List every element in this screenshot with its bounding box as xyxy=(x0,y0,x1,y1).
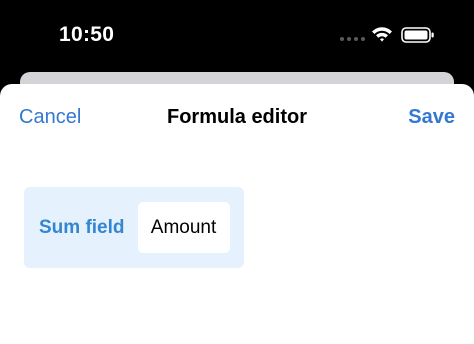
status-bar: 10:50 xyxy=(0,0,474,72)
save-button[interactable]: Save xyxy=(408,106,455,129)
formula-editor-sheet: Formula editor Cancel Save Sum field Amo… xyxy=(0,84,474,344)
formula-token[interactable]: Sum field Amount xyxy=(24,187,244,268)
cancel-button[interactable]: Cancel xyxy=(19,106,81,129)
field-value-selector[interactable]: Amount xyxy=(137,202,230,253)
battery-icon xyxy=(401,27,434,43)
wifi-icon xyxy=(372,27,392,42)
sum-field-label: Sum field xyxy=(39,216,125,238)
cellular-signal-icon xyxy=(340,37,365,41)
status-time: 10:50 xyxy=(59,23,115,46)
